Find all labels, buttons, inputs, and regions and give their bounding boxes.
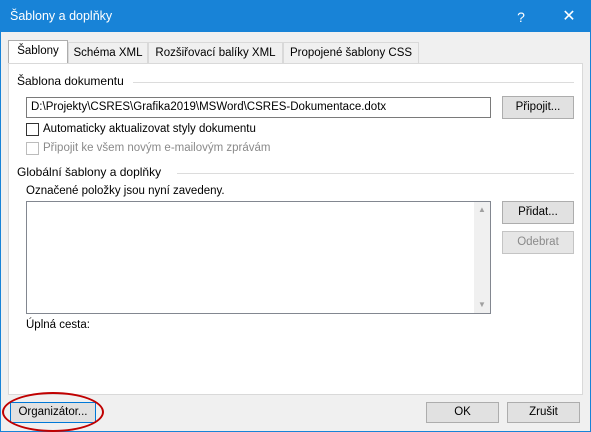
full-path-label: Úplná cesta: <box>26 319 90 331</box>
group-divider <box>177 173 574 174</box>
auto-update-styles-checkbox[interactable] <box>26 123 39 136</box>
tab-xml-schema[interactable]: Schéma XML <box>68 42 148 63</box>
cancel-button[interactable]: Zrušit <box>507 402 580 423</box>
organizer-button[interactable]: Organizátor... <box>10 402 96 423</box>
help-icon[interactable]: ? <box>506 5 536 29</box>
global-templates-group-label: Globální šablony a doplňky <box>17 165 166 179</box>
tab-xml-expansion-packs[interactable]: Rozšiřovací balíky XML <box>148 42 283 63</box>
tab-linked-css[interactable]: Propojené šablony CSS <box>283 42 419 63</box>
dialog-title: Šablony a doplňky <box>10 9 113 23</box>
attach-button[interactable]: Připojit... <box>502 96 574 119</box>
tab-templates[interactable]: Šablony <box>8 40 68 63</box>
list-scrollbar[interactable]: ▲ ▼ <box>474 202 490 313</box>
attach-email-label: Připojit ke všem novým e-mailovým zprává… <box>43 142 271 154</box>
auto-update-styles-label: Automaticky aktualizovat styly dokumentu <box>43 123 256 135</box>
global-templates-list[interactable]: ▲ ▼ <box>26 201 491 314</box>
scroll-down-icon[interactable]: ▼ <box>474 297 490 313</box>
close-icon[interactable]: ✕ <box>554 4 584 30</box>
title-bar: Šablony a doplňky ? ✕ <box>1 1 590 32</box>
templates-addins-dialog: Šablony a doplňky ? ✕ Šablony Schéma XML… <box>0 0 591 432</box>
template-path-field[interactable]: D:\Projekty\CSRES\Grafika2019\MSWord\CSR… <box>26 97 491 118</box>
group-divider <box>133 82 574 83</box>
document-template-group-label: Šablona dokumentu <box>17 74 128 88</box>
scroll-up-icon[interactable]: ▲ <box>474 202 490 218</box>
ok-button[interactable]: OK <box>426 402 499 423</box>
checked-items-label: Označené položky jsou nyní zavedeny. <box>26 185 225 197</box>
add-button[interactable]: Přidat... <box>502 201 574 224</box>
remove-button[interactable]: Odebrat <box>502 231 574 254</box>
attach-email-checkbox[interactable] <box>26 142 39 155</box>
